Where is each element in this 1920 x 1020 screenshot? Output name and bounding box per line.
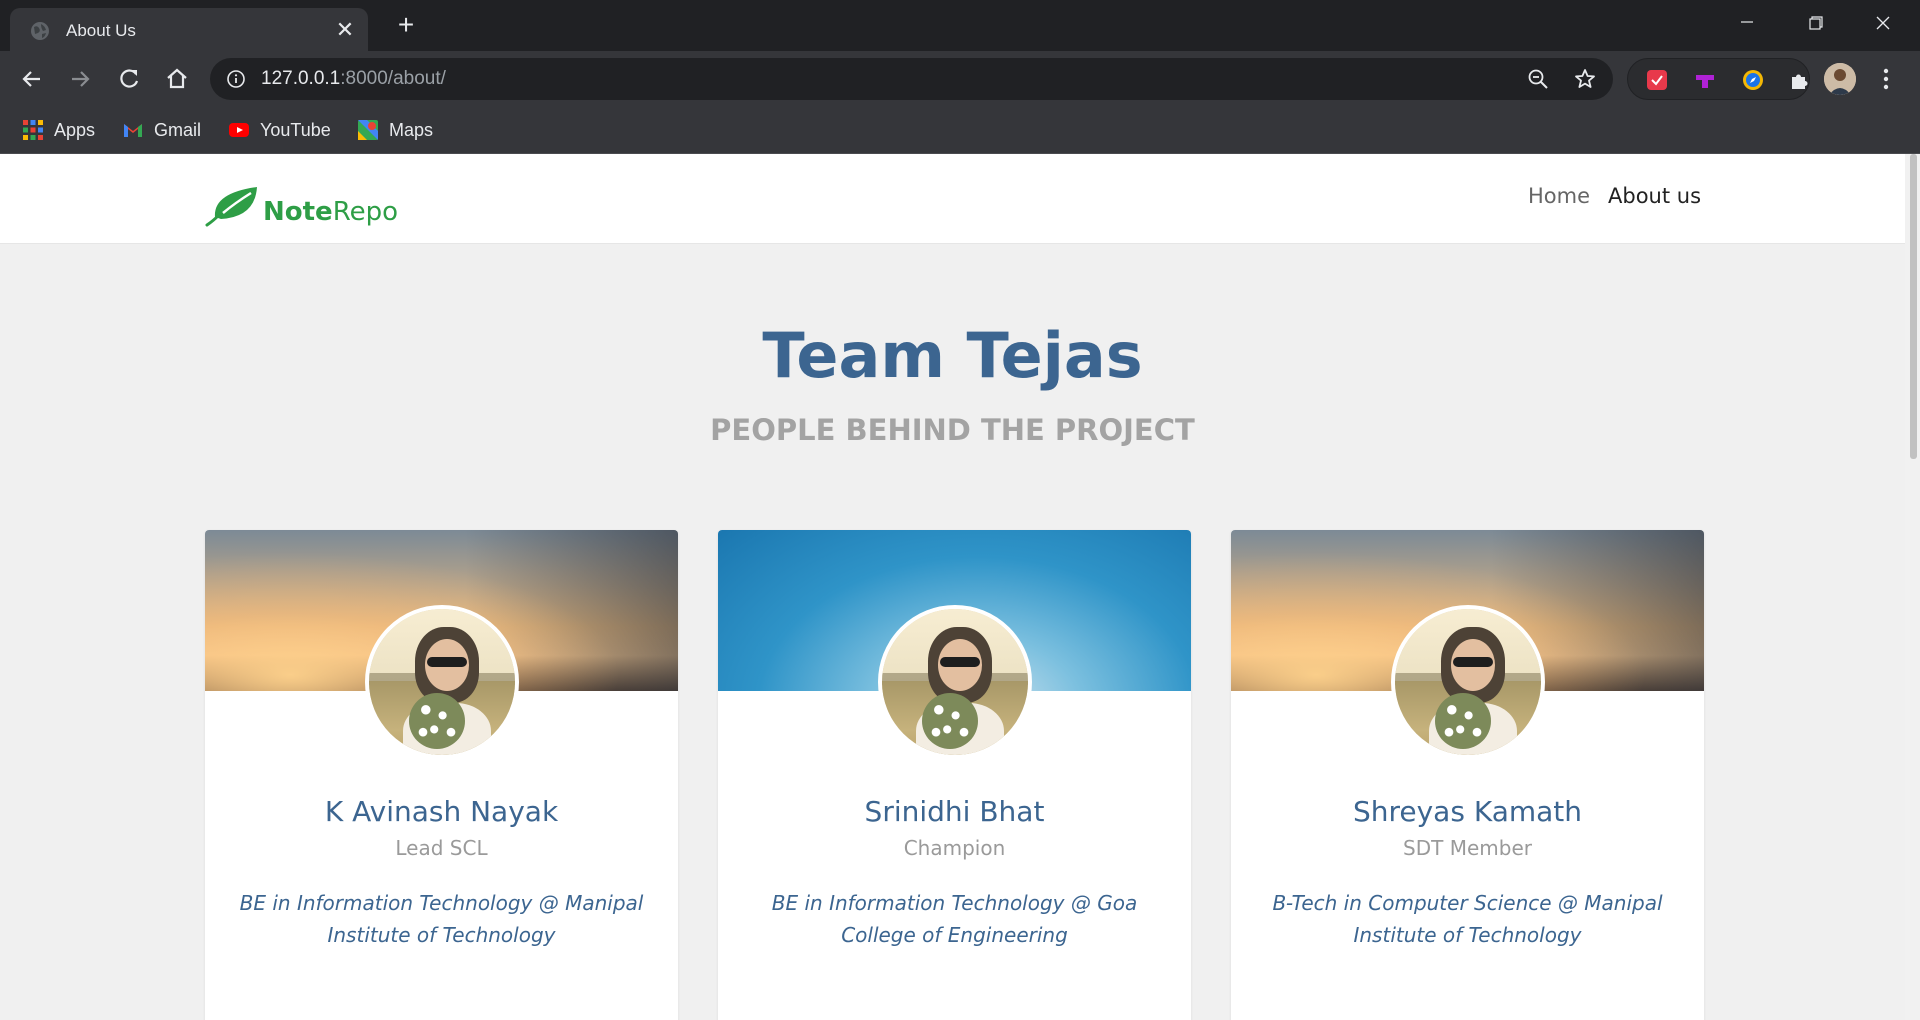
zoom-out-icon[interactable] (1527, 68, 1549, 90)
member-role: Champion (903, 836, 1006, 860)
url-text[interactable]: 127.0.0.1:8000/about/ (261, 68, 446, 90)
member-photo (1391, 605, 1545, 759)
member-photo (878, 605, 1032, 759)
tab-close-icon[interactable]: ✕ (332, 17, 358, 43)
new-tab-icon[interactable]: + (392, 11, 420, 40)
member-bio: BE in Information Technology @ Manipal I… (239, 891, 644, 947)
youtube-icon (229, 123, 249, 137)
maps-icon (358, 120, 378, 140)
bookmark-label: YouTube (260, 119, 331, 140)
bookmark-star-icon[interactable] (1573, 67, 1597, 91)
member-role: Lead SCL (395, 836, 488, 860)
extension-purple-icon[interactable] (1694, 69, 1716, 91)
page-viewport: NoteRepo Home About us Team Tejas PEOPLE… (0, 154, 1905, 1020)
gmail-icon (124, 124, 142, 137)
profile-photo-icon (1824, 63, 1856, 95)
extension-compass-icon[interactable] (1742, 69, 1764, 91)
nav-link-home[interactable]: Home (1528, 184, 1590, 208)
home-icon[interactable] (162, 64, 192, 94)
restore-icon[interactable] (1792, 6, 1838, 40)
url-path: :8000/about/ (340, 68, 446, 89)
team-member-card: Srinidhi Bhat Champion BE in Information… (718, 530, 1191, 1020)
leaf-icon (205, 187, 257, 227)
brand-logo[interactable]: NoteRepo (205, 175, 398, 227)
extension-red-icon[interactable] (1646, 69, 1668, 91)
member-photo (365, 605, 519, 759)
browser-tab[interactable]: About Us ✕ (10, 8, 368, 51)
page-subtitle: PEOPLE BEHIND THE PROJECT (710, 413, 1195, 447)
browser-menu-icon[interactable] (1876, 65, 1896, 93)
extensions-group (1627, 58, 1810, 100)
member-name: Shreyas Kamath (1352, 795, 1583, 828)
nav-link-about[interactable]: About us (1608, 184, 1701, 208)
page-title: Team Tejas (762, 319, 1143, 392)
page-scrollbar[interactable] (1905, 154, 1920, 1020)
profile-avatar[interactable] (1824, 63, 1856, 95)
bookmark-maps[interactable]: Maps (357, 115, 433, 145)
scrollbar-thumb[interactable] (1910, 154, 1917, 459)
browser-tab-strip: About Us ✕ + (0, 0, 1920, 51)
reload-icon[interactable] (114, 64, 144, 94)
bookmark-youtube[interactable]: YouTube (228, 115, 331, 145)
tab-title: About Us (66, 21, 136, 40)
browser-toolbar: 127.0.0.1:8000/about/ (0, 51, 1920, 107)
member-role: SDT Member (1403, 836, 1532, 860)
forward-arrow-icon[interactable] (65, 64, 95, 94)
bookmark-label: Maps (389, 119, 434, 140)
member-bio: B-Tech in Computer Science @ Manipal Ins… (1272, 891, 1663, 947)
minimize-icon[interactable] (1724, 6, 1770, 40)
back-arrow-icon[interactable] (17, 64, 47, 94)
url-host: 127.0.0.1 (261, 68, 341, 89)
address-bar[interactable]: 127.0.0.1:8000/about/ (210, 58, 1613, 100)
bookmarks-bar: Apps Gmail YouTube Maps (0, 107, 1920, 154)
team-member-card: Shreyas Kamath SDT Member B-Tech in Comp… (1231, 530, 1704, 1020)
member-name: Srinidhi Bhat (864, 795, 1045, 828)
extensions-puzzle-icon[interactable] (1788, 69, 1810, 91)
bookmark-gmail[interactable]: Gmail (122, 115, 201, 145)
bookmark-label: Apps (54, 119, 96, 140)
bookmark-label: Gmail (154, 119, 202, 140)
info-icon[interactable] (226, 69, 246, 89)
globe-icon (31, 22, 49, 40)
brand-name-light: Repo (332, 197, 398, 227)
member-bio: BE in Information Technology @ Goa Colle… (771, 891, 1138, 947)
brand-name-bold: Note (263, 197, 333, 227)
member-name: K Avinash Nayak (324, 795, 559, 828)
site-navbar: NoteRepo Home About us (0, 154, 1905, 244)
bookmark-apps[interactable]: Apps (22, 115, 95, 145)
brand-name: NoteRepo (263, 197, 398, 227)
team-member-card: K Avinash Nayak Lead SCL BE in Informati… (205, 530, 678, 1020)
window-close-icon[interactable] (1860, 6, 1906, 40)
apps-grid-icon (23, 120, 43, 140)
